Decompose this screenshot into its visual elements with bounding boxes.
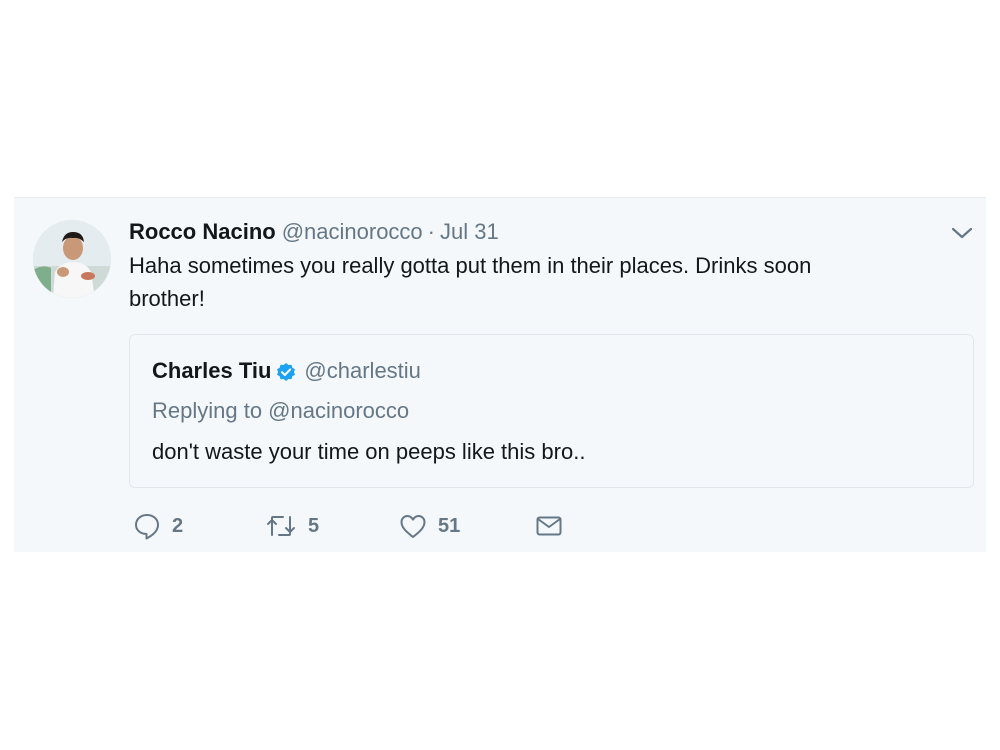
tweet-menu-button[interactable]: [946, 220, 978, 246]
quoted-author-handle: @charlestiu: [304, 358, 421, 383]
tweet-header: Rocco Nacino @nacinorocco · Jul 31: [129, 218, 499, 246]
quoted-tweet[interactable]: Charles Tiu @charlestiu Replying to @nac…: [129, 334, 974, 488]
direct-message-button[interactable]: [534, 508, 564, 544]
reply-count: 2: [172, 514, 184, 537]
chevron-down-icon: [951, 227, 973, 239]
tweet-card[interactable]: Rocco Nacino @nacinorocco · Jul 31 Haha som…: [14, 197, 986, 552]
author-name[interactable]: Rocco Nacino: [129, 219, 276, 244]
author-handle[interactable]: @nacinorocco: [282, 219, 423, 244]
reply-icon: [135, 514, 159, 540]
envelope-icon: [536, 516, 562, 536]
retweet-button[interactable]: 5: [264, 508, 319, 544]
reply-button[interactable]: 2: [132, 508, 183, 544]
tweet-actions: 2 5 51: [132, 508, 632, 544]
like-count: 51: [438, 514, 461, 537]
tweet-timestamp[interactable]: Jul 31: [440, 219, 499, 244]
replying-to-label: Replying to @nacinorocco: [152, 398, 410, 423]
retweet-count: 5: [308, 514, 320, 537]
heart-icon: [400, 515, 426, 538]
tweet-text: Haha sometimes you really gotta put them…: [129, 253, 812, 311]
quoted-tweet-text: don't waste your time on peeps like this…: [152, 439, 586, 464]
quoted-tweet-header: Charles Tiu @charlestiu: [152, 357, 421, 385]
header-separator: ·: [427, 219, 435, 244]
quoted-author-name: Charles Tiu: [152, 358, 272, 383]
verified-badge-icon: [276, 361, 296, 381]
avatar-photo-icon: [33, 220, 111, 298]
author-avatar[interactable]: [33, 220, 111, 298]
like-button[interactable]: 51: [398, 508, 460, 544]
retweet-icon: [267, 516, 295, 536]
